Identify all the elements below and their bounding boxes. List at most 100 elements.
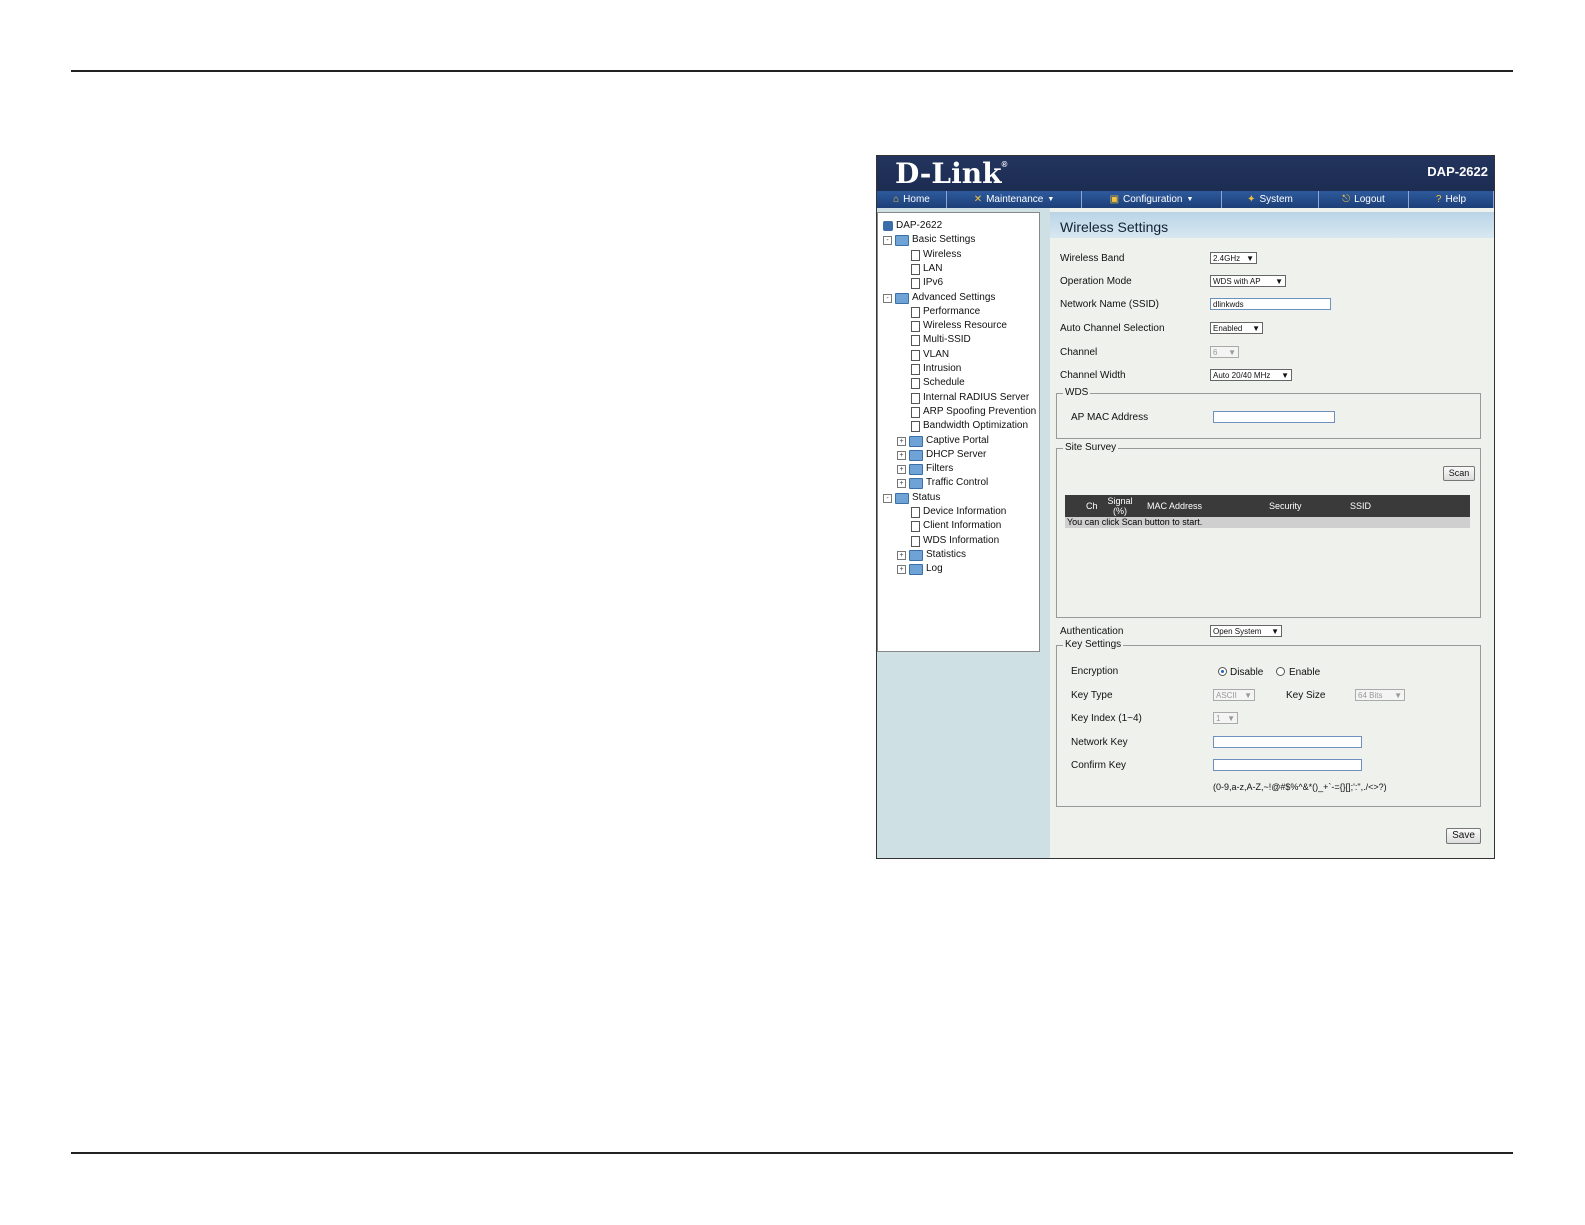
page-icon — [911, 277, 920, 289]
channel-width-label: Channel Width — [1060, 370, 1126, 381]
tree-folder-log[interactable]: + Log — [897, 562, 943, 576]
key-type-select[interactable]: ASCII ▼ — [1213, 689, 1255, 701]
tree-label: Traffic Control — [926, 477, 989, 488]
collapse-icon[interactable]: - — [883, 493, 892, 503]
help-icon: ? — [1435, 194, 1442, 205]
dlink-logo: D-Link® — [895, 157, 1008, 190]
tree-item-performance[interactable]: Performance — [911, 305, 980, 319]
chevron-down-icon: ▼ — [1244, 691, 1252, 700]
collapse-icon[interactable]: - — [883, 293, 892, 303]
key-character-hint: (0-9,a-z,A-Z,~!@#$%^&*()_+`-={}[];':",./… — [1213, 782, 1387, 792]
tree-item-multi-ssid[interactable]: Multi-SSID — [911, 333, 971, 347]
ssid-input[interactable]: dlinkwds — [1210, 298, 1331, 310]
authentication-label: Authentication — [1060, 626, 1124, 637]
tree-item-wireless[interactable]: Wireless — [911, 248, 961, 262]
col-mac: MAC Address — [1147, 501, 1203, 511]
page-icon — [911, 392, 920, 404]
tree-advanced-settings[interactable]: - Advanced Settings — [883, 291, 995, 305]
encryption-disable-radio[interactable] — [1218, 667, 1227, 676]
tree-label: Intrusion — [923, 363, 962, 374]
expand-icon[interactable]: + — [897, 564, 906, 574]
expand-icon[interactable]: + — [897, 436, 906, 446]
collapse-icon[interactable]: - — [883, 235, 892, 245]
tree-basic-settings[interactable]: - Basic Settings — [883, 233, 975, 247]
tree-label: Client Information — [923, 520, 1002, 531]
tree-item-schedule[interactable]: Schedule — [911, 376, 965, 390]
menu-maintenance[interactable]: ✕ Maintenance ▼ — [947, 191, 1082, 208]
disk-icon: ▣ — [1109, 194, 1120, 205]
tree-item-device-information[interactable]: Device Information — [911, 505, 1006, 519]
scan-button[interactable]: Scan — [1443, 466, 1475, 481]
channel-select[interactable]: 6 ▼ — [1210, 346, 1239, 358]
caret-down-icon: ▼ — [1047, 196, 1055, 203]
wireless-band-select[interactable]: 2.4GHz ▼ — [1210, 252, 1257, 264]
menu-logout[interactable]: ⎋ Logout — [1319, 191, 1409, 208]
tree-label: Wireless — [923, 249, 962, 260]
expand-icon[interactable]: + — [897, 550, 906, 560]
tree-status[interactable]: - Status — [883, 491, 940, 505]
tree-root[interactable]: DAP-2622 — [883, 219, 942, 233]
save-button[interactable]: Save — [1446, 828, 1481, 844]
tree-item-vlan[interactable]: VLAN — [911, 348, 949, 362]
tree-label: LAN — [923, 263, 943, 274]
tree-folder-filters[interactable]: + Filters — [897, 462, 953, 476]
ap-mac-input[interactable] — [1213, 411, 1335, 423]
tree-label: Wireless Resource — [923, 320, 1007, 331]
wireless-band-label: Wireless Band — [1060, 253, 1125, 264]
network-key-input[interactable] — [1213, 736, 1362, 748]
tree-folder-dhcp-server[interactable]: + DHCP Server — [897, 448, 986, 462]
tree-item-wireless-resource[interactable]: Wireless Resource — [911, 319, 1007, 333]
tree-item-client-information[interactable]: Client Information — [911, 519, 1001, 533]
key-size-select[interactable]: 64 Bits ▼ — [1355, 689, 1405, 701]
device-icon — [883, 221, 893, 231]
col-ch: Ch — [1086, 501, 1098, 511]
page-icon — [911, 320, 920, 332]
key-settings-fieldset: Key Settings Encryption Disable Enable K… — [1056, 639, 1481, 807]
folder-icon — [909, 463, 923, 475]
menu-bar: ⌂ Home ✕ Maintenance ▼ ▣ Configuration ▼ ✦ System… — [877, 191, 1494, 208]
menu-help[interactable]: ? Help — [1409, 191, 1494, 208]
tree-label: Log — [926, 563, 943, 574]
channel-width-select[interactable]: Auto 20/40 MHz ▼ — [1210, 369, 1292, 381]
expand-icon[interactable]: + — [897, 450, 906, 460]
tree-item-arp-spoofing-prevention[interactable]: ARP Spoofing Prevention — [911, 405, 1036, 419]
tree-item-internal-radius-server[interactable]: Internal RADIUS Server — [911, 391, 1029, 405]
menu-home[interactable]: ⌂ Home — [877, 191, 947, 208]
operation-mode-select[interactable]: WDS with AP ▼ — [1210, 275, 1286, 287]
chevron-down-icon: ▼ — [1271, 627, 1279, 636]
menu-system[interactable]: ✦ System — [1222, 191, 1319, 208]
folder-icon — [895, 292, 909, 304]
tree-folder-statistics[interactable]: + Statistics — [897, 548, 966, 562]
tree-item-lan[interactable]: LAN — [911, 262, 942, 276]
expand-icon[interactable]: + — [897, 464, 906, 474]
confirm-key-input[interactable] — [1213, 759, 1362, 771]
col-security: Security — [1269, 501, 1302, 511]
page-icon — [911, 535, 920, 547]
tree-folder-traffic-control[interactable]: + Traffic Control — [897, 476, 988, 490]
navigation-tree: DAP-2622- Basic Settings Wireless LAN IPv6- A… — [877, 212, 1040, 652]
tree-label: Basic Settings — [912, 234, 976, 245]
system-icon: ✦ — [1247, 194, 1256, 205]
tree-label: IPv6 — [923, 277, 944, 288]
tree-item-bandwidth-optimization[interactable]: Bandwidth Optimization — [911, 419, 1028, 433]
tree-item-wds-information[interactable]: WDS Information — [911, 534, 999, 548]
expand-icon[interactable]: + — [897, 478, 906, 488]
tree-label: Device Information — [923, 506, 1007, 517]
site-survey-fieldset: Site Survey Scan Ch Signal (%) MAC Addre… — [1056, 442, 1481, 618]
auto-channel-select[interactable]: Enabled ▼ — [1210, 322, 1263, 334]
authentication-select[interactable]: Open System ▼ — [1210, 625, 1282, 637]
menu-label: System — [1259, 194, 1293, 205]
folder-icon — [895, 492, 909, 504]
tree-item-intrusion[interactable]: Intrusion — [911, 362, 961, 376]
menu-configuration[interactable]: ▣ Configuration ▼ — [1082, 191, 1222, 208]
encryption-enable-radio[interactable] — [1276, 667, 1285, 676]
operation-mode-label: Operation Mode — [1060, 276, 1132, 287]
chevron-down-icon: ▼ — [1227, 714, 1235, 723]
key-index-select[interactable]: 1 ▼ — [1213, 712, 1238, 724]
menu-label: Help — [1445, 194, 1467, 205]
menu-label: Home — [903, 194, 930, 205]
tree-item-ipv6[interactable]: IPv6 — [911, 276, 943, 290]
tree-folder-captive-portal[interactable]: + Captive Portal — [897, 434, 989, 448]
menu-label: Maintenance — [986, 194, 1044, 205]
page-icon — [911, 377, 920, 389]
